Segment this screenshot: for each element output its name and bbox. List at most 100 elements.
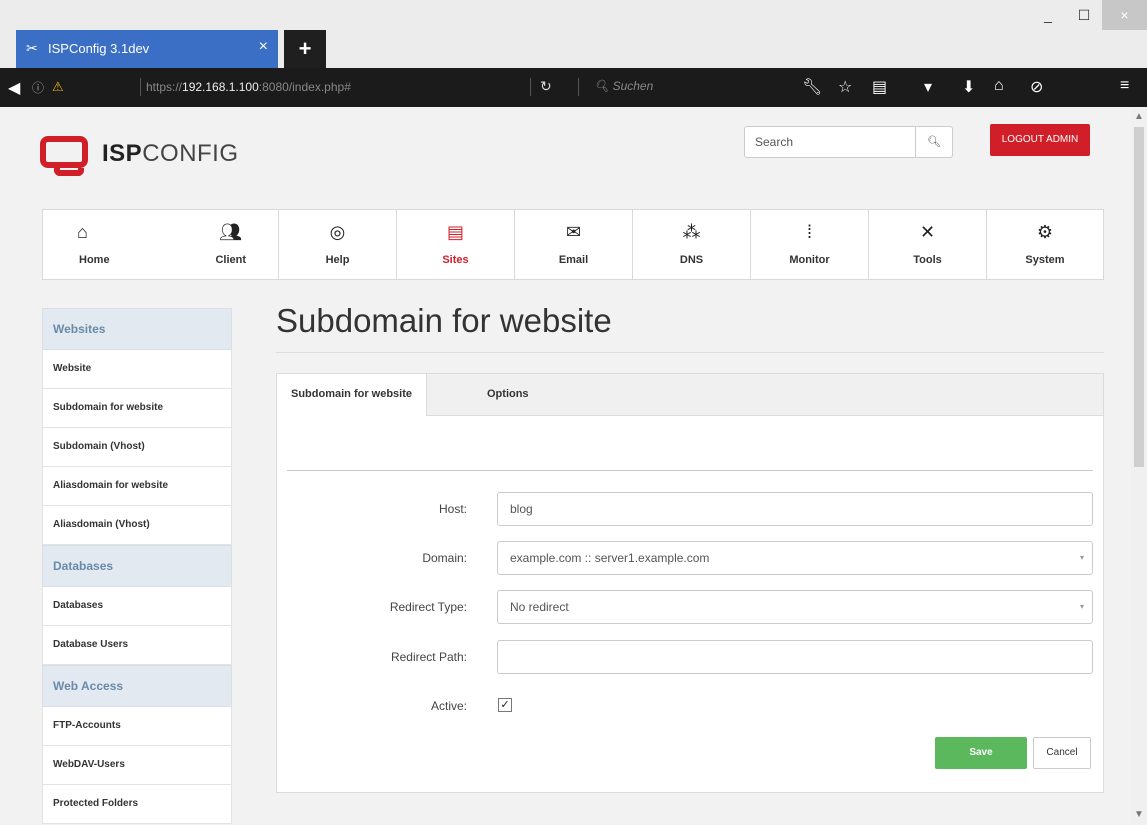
sidebar-item-databases[interactable]: Databases <box>42 587 232 626</box>
redirect-path-label: Redirect Path: <box>390 650 467 664</box>
logo-text: ISPCONFIG <box>102 140 239 167</box>
redirect-type-label: Redirect Type: <box>389 600 467 614</box>
sidebar-section-web-access: Web Access <box>42 665 232 707</box>
nav-label: Tools <box>913 254 942 266</box>
sidebar-section-websites: Websites <box>42 308 232 350</box>
active-checkbox[interactable]: ✓ <box>498 698 512 712</box>
cancel-button[interactable]: Cancel <box>1033 737 1091 769</box>
divider <box>578 78 579 96</box>
window-maximize-button[interactable]: ☐ <box>1066 0 1102 30</box>
new-tab-button[interactable]: + <box>284 30 326 68</box>
title-divider <box>276 352 1104 353</box>
sidebar-item-database-users[interactable]: Database Users <box>42 626 232 665</box>
window-close-button[interactable]: × <box>1102 0 1147 30</box>
pocket-icon[interactable]: ▾ <box>924 77 932 97</box>
lifebuoy-icon: ◎ <box>329 222 346 242</box>
sidebar-item-protected-folders[interactable]: Protected Folders <box>42 785 232 824</box>
nav-label: Email <box>558 254 589 266</box>
form-divider <box>287 470 1093 471</box>
main-navigation: ⌂ Home 👥︎ Client ◎ Help ▤ Sites ✉ Email … <box>42 209 1104 280</box>
home-browser-icon[interactable]: ⌂ <box>994 77 1004 95</box>
save-button[interactable]: Save <box>935 737 1027 769</box>
traffic-light-icon: ⁞ <box>806 222 812 242</box>
tab-options[interactable]: Options <box>473 374 543 415</box>
nav-item-help[interactable]: ◎ Help <box>279 210 397 279</box>
page-title: Subdomain for website <box>276 302 612 339</box>
browser-tab[interactable]: ✂ ISPConfig 3.1dev × <box>16 30 278 68</box>
divider <box>140 78 141 96</box>
nav-item-client[interactable]: 👥︎ Client <box>161 210 279 279</box>
sidebar-item-subdomain-vhost[interactable]: Subdomain (Vhost) <box>42 428 232 467</box>
sidebar-item-aliasdomain-vhost[interactable]: Aliasdomain (Vhost) <box>42 506 232 545</box>
star-icon[interactable]: ☆ <box>838 77 852 97</box>
network-icon: ⁂ <box>682 222 701 242</box>
form-tabbar: Subdomain for website Options <box>277 374 1103 416</box>
active-label: Active: <box>430 699 467 713</box>
url-prefix: https:// <box>146 80 183 94</box>
users-icon: 👥︎ <box>219 222 242 242</box>
logo-monitor-icon <box>40 136 88 168</box>
browser-search-placeholder: Suchen <box>612 79 654 93</box>
nav-label: DNS <box>679 254 704 266</box>
sidebar-item-aliasdomain-for-website[interactable]: Aliasdomain for website <box>42 467 232 506</box>
sidebar-item-website[interactable]: Website <box>42 350 232 389</box>
search-input[interactable]: Search <box>744 126 916 158</box>
menu-icon[interactable]: ≡ <box>1120 77 1129 95</box>
redirect-type-select[interactable]: No redirect ▾ <box>497 590 1093 624</box>
divider <box>530 78 531 96</box>
host-label: Host: <box>438 502 467 516</box>
redirect-type-value: No redirect <box>510 600 569 614</box>
window-icon: ▤ <box>446 222 464 242</box>
nav-label: Help <box>325 254 350 266</box>
nav-item-dns[interactable]: ⁂ DNS <box>633 210 751 279</box>
sidebar-item-subdomain-for-website[interactable]: Subdomain for website <box>42 389 232 428</box>
nav-label: Client <box>215 254 246 266</box>
scroll-up-icon[interactable]: ▲ <box>1134 111 1144 122</box>
nav-label: Monitor <box>789 254 830 266</box>
lock-warning-icon[interactable]: ⚠ <box>52 79 66 94</box>
form-panel: Subdomain for website Options Host: blog… <box>276 373 1104 793</box>
browser-titlebar: ✂ ISPConfig 3.1dev × + _ ☐ × <box>0 0 1147 68</box>
info-icon[interactable]: ⓘ <box>32 79 44 96</box>
url-rest: :8080/index.php# <box>258 80 351 94</box>
nav-item-email[interactable]: ✉ Email <box>515 210 633 279</box>
download-icon[interactable]: ⬇ <box>962 77 975 97</box>
nav-item-system[interactable]: ⚙ System <box>987 210 1103 279</box>
address-bar[interactable]: https://192.168.1.100:8080/index.php# <box>146 80 351 94</box>
page-scrollbar[interactable]: ▲ ▼ <box>1131 107 1147 825</box>
nav-item-monitor[interactable]: ⁞ Monitor <box>751 210 869 279</box>
tab-title: ISPConfig 3.1dev <box>48 41 150 56</box>
tab-close-icon[interactable]: × <box>259 38 268 56</box>
extension-icon[interactable]: ⊘ <box>1030 77 1043 97</box>
checkmark-icon: ✓ <box>500 699 510 711</box>
browser-search-field[interactable]: 🔍︎ Suchen <box>594 79 653 93</box>
scroll-down-icon[interactable]: ▼ <box>1134 809 1144 820</box>
tab-subdomain-for-website[interactable]: Subdomain for website <box>277 374 428 416</box>
window-minimize-button[interactable]: _ <box>1030 0 1066 30</box>
sidebar: Websites Website Subdomain for website S… <box>42 308 232 824</box>
nav-item-sites[interactable]: ▤ Sites <box>397 210 515 279</box>
host-field[interactable]: blog <box>497 492 1093 526</box>
domain-label: Domain: <box>422 551 467 565</box>
redirect-path-field[interactable] <box>497 640 1093 674</box>
search-button[interactable]: 🔍︎ <box>915 126 953 158</box>
logout-button[interactable]: LOGOUT ADMIN <box>990 124 1090 156</box>
sidebar-item-ftp-accounts[interactable]: FTP-Accounts <box>42 707 232 746</box>
envelope-icon: ✉ <box>565 222 582 242</box>
browser-navbar: ◀ ⓘ ⚠ https://192.168.1.100:8080/index.p… <box>0 68 1147 107</box>
nav-label: Sites <box>442 254 469 266</box>
sidebar-item-webdav-users[interactable]: WebDAV-Users <box>42 746 232 785</box>
url-host: 192.168.1.100 <box>182 80 259 94</box>
wrench-icon[interactable]: 🔧︎ <box>802 77 822 97</box>
back-arrow-icon[interactable]: ◀ <box>8 78 20 98</box>
scrollbar-thumb[interactable] <box>1134 127 1144 467</box>
reload-icon[interactable]: ↻ <box>540 78 552 95</box>
tools-icon: ✕ <box>919 222 936 242</box>
nav-item-tools[interactable]: ✕ Tools <box>869 210 987 279</box>
chevron-down-icon: ▾ <box>1079 602 1084 611</box>
gear-icon: ⚙ <box>1036 222 1054 242</box>
domain-value: example.com :: server1.example.com <box>510 551 710 565</box>
domain-select[interactable]: example.com :: server1.example.com ▾ <box>497 541 1093 575</box>
reading-list-icon[interactable]: ▤ <box>872 77 887 97</box>
search-icon: 🔍︎ <box>927 136 941 148</box>
